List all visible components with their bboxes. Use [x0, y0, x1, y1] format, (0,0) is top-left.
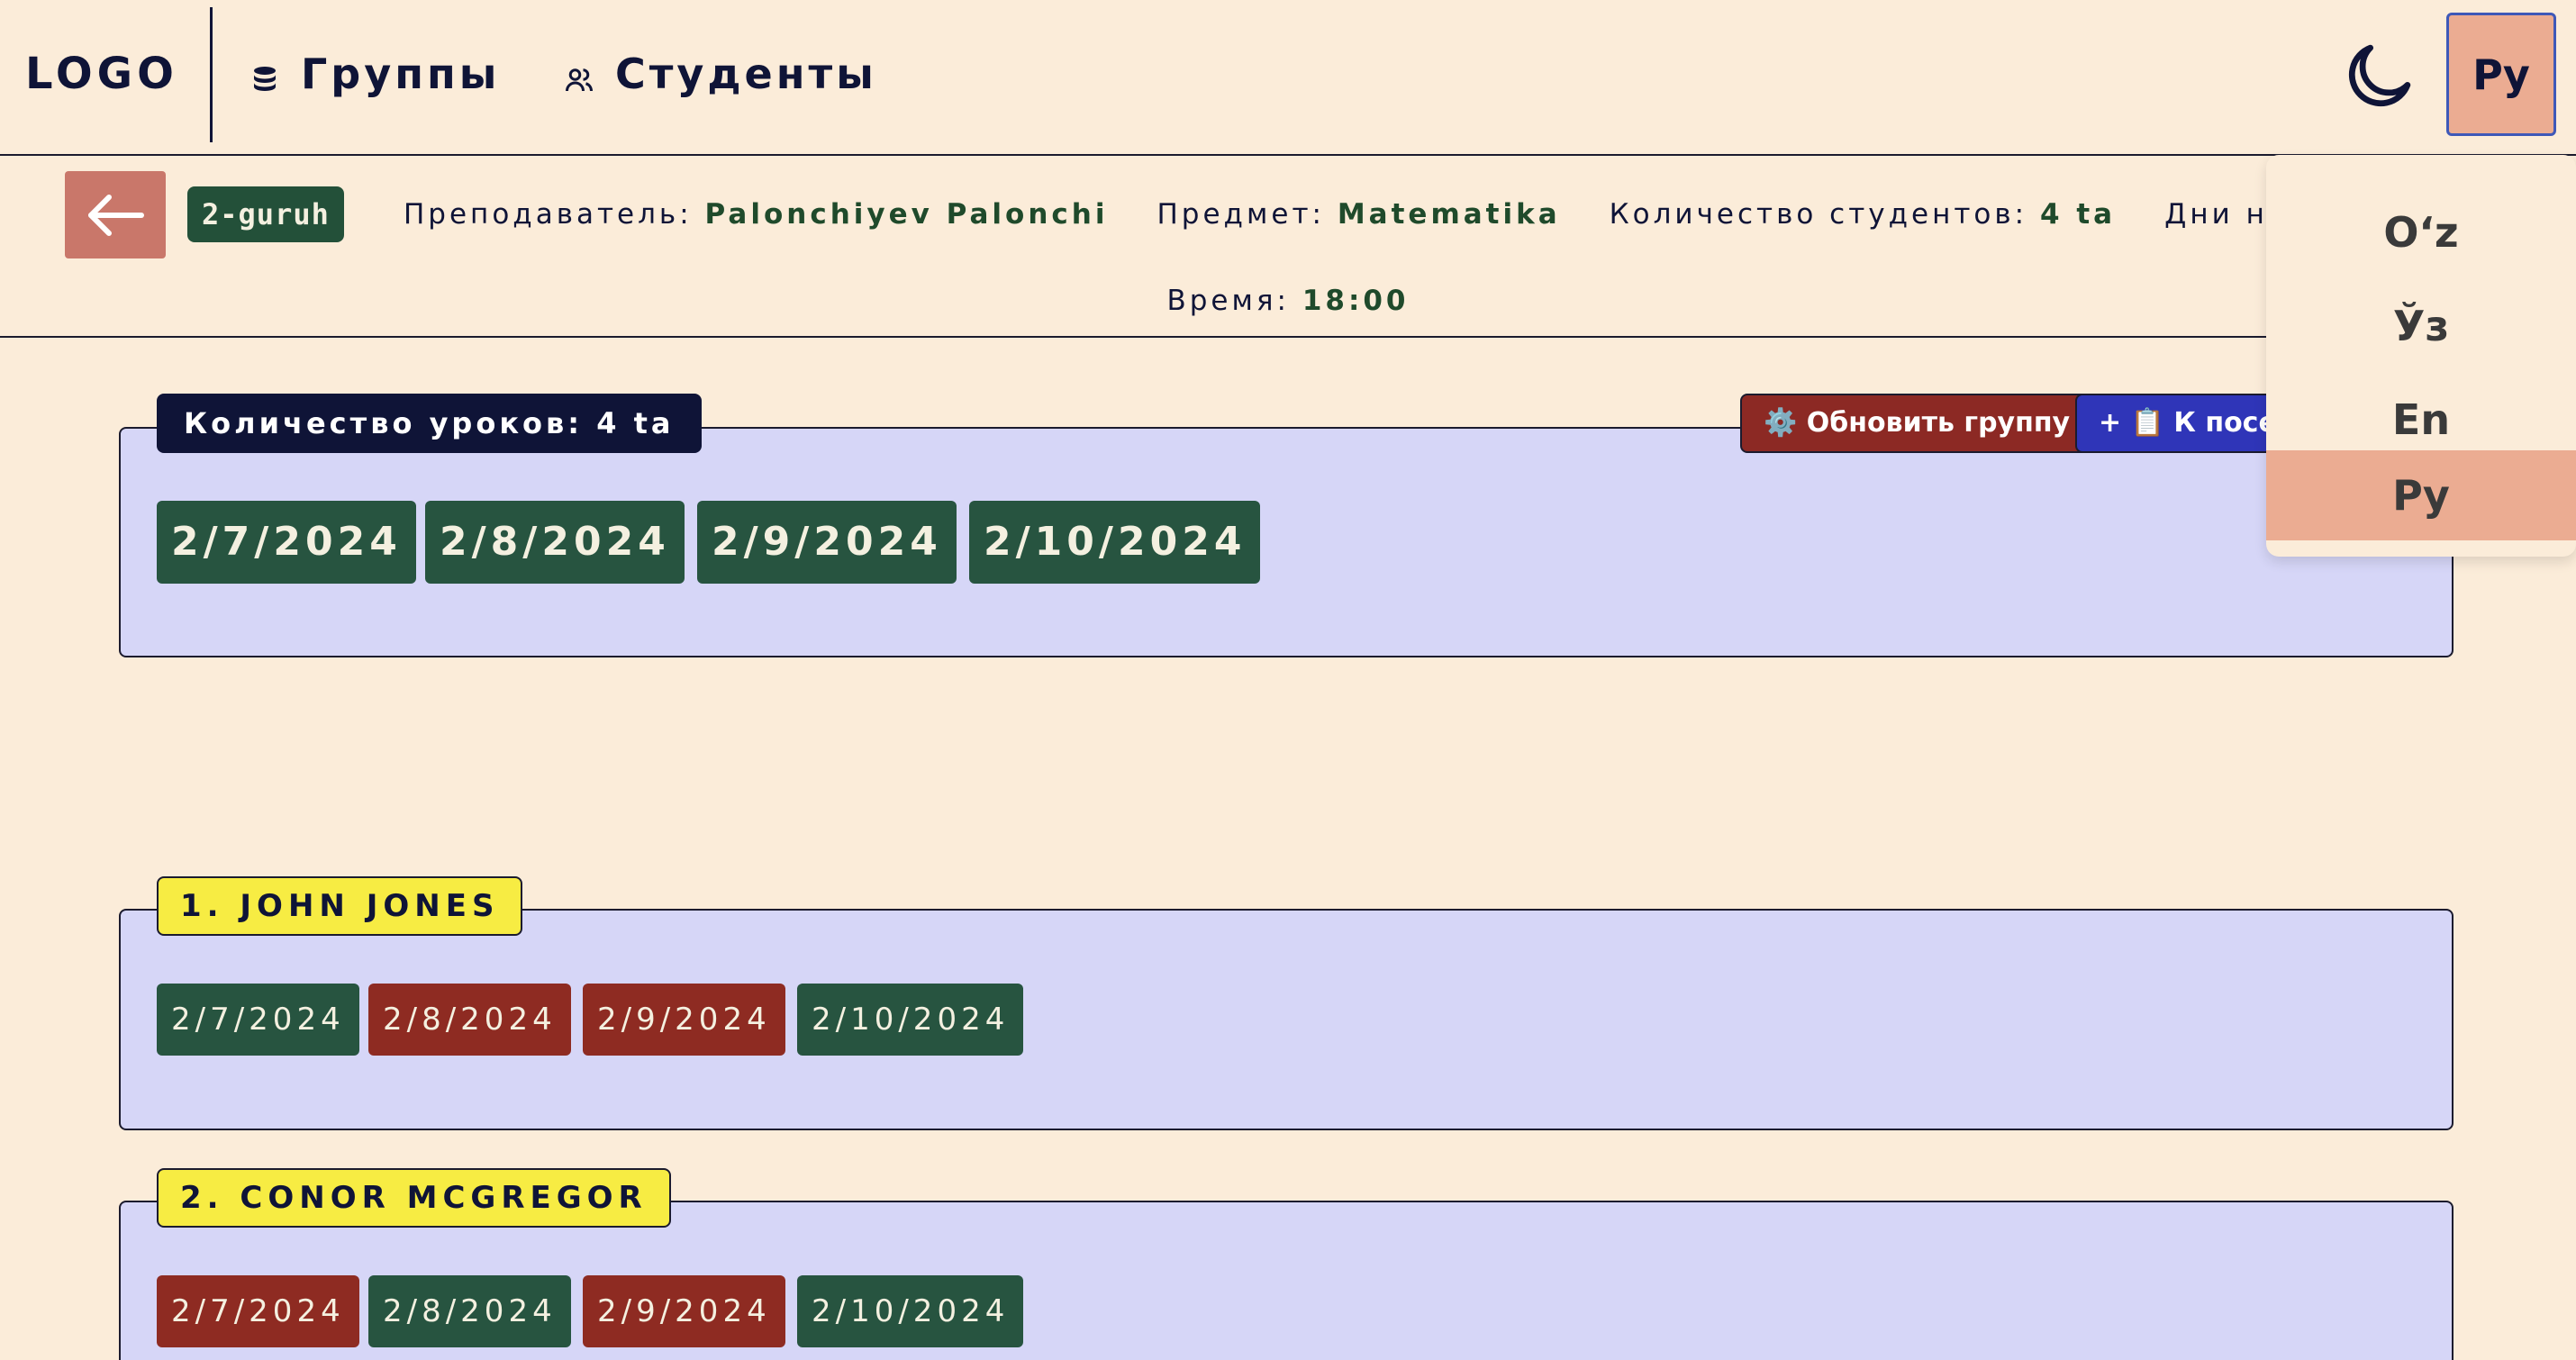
nav-divider	[210, 7, 213, 142]
attendance-date-chip[interactable]: 2/7/2024	[157, 984, 359, 1056]
top-navbar: LOGO Группы Студенты Ру	[0, 0, 2576, 156]
attendance-date-chip[interactable]: 2/10/2024	[797, 1275, 1024, 1347]
nav-groups-label: Группы	[301, 50, 501, 98]
group-name-badge: 2-guruh	[187, 186, 344, 242]
language-dropdown: Oʻz Ўз En Ру	[2266, 155, 2576, 557]
moon-icon	[2348, 44, 2411, 107]
teacher-value: Palonchiyev Palonchi	[704, 198, 1109, 231]
subject-info: Предмет: Matematika	[1157, 192, 1561, 237]
lang-option-ru[interactable]: Ру	[2266, 450, 2576, 540]
student-count-label: Количество студентов:	[1609, 198, 2028, 231]
lang-option-uz-latin[interactable]: Oʻz	[2266, 187, 2576, 277]
attendance-date-chip[interactable]: 2/10/2024	[797, 984, 1024, 1056]
student-name-label: 2. CONOR MCGREGOR	[157, 1168, 671, 1228]
attendance-date-chip[interactable]: 2/9/2024	[583, 1275, 785, 1347]
lesson-date-chip[interactable]: 2/7/2024	[157, 501, 416, 584]
subject-value: Matematika	[1337, 198, 1561, 231]
student-count-value: 4 ta	[2039, 198, 2117, 231]
nav-students-label: Студенты	[615, 50, 877, 98]
dark-mode-toggle[interactable]	[2338, 36, 2419, 117]
nav-groups-link[interactable]: Группы	[249, 45, 500, 103]
lesson-date-chip[interactable]: 2/10/2024	[969, 501, 1261, 584]
lang-option-uz-cyrillic[interactable]: Ўз	[2266, 281, 2576, 371]
time-info: Время: 18:00	[0, 278, 2576, 323]
logo[interactable]: LOGO	[25, 45, 178, 103]
attendance-date-chip[interactable]: 2/8/2024	[368, 984, 571, 1056]
attendance-date-chip[interactable]: 2/7/2024	[157, 1275, 359, 1347]
database-icon	[249, 58, 281, 91]
time-label: Время:	[1166, 285, 1290, 317]
attendance-date-chip[interactable]: 2/8/2024	[368, 1275, 571, 1347]
subject-label: Предмет:	[1156, 198, 1325, 231]
nav-students-link[interactable]: Студенты	[563, 45, 877, 103]
group-info-bar: 2-guruh Преподаватель: Palonchiyev Palon…	[0, 156, 2576, 338]
student-name-label: 1. JOHN JONES	[157, 876, 523, 936]
attendance-date-chip[interactable]: 2/9/2024	[583, 984, 785, 1056]
users-icon	[563, 58, 595, 92]
student-count-info: Количество студентов: 4 ta	[1610, 192, 2116, 237]
attendance-button[interactable]: + 📋 К посещаемости	[2075, 394, 2273, 453]
arrow-left-icon	[88, 194, 144, 236]
language-switcher-button[interactable]: Ру	[2446, 13, 2556, 136]
update-group-button[interactable]: ⚙️ Обновить группу	[1740, 394, 2094, 453]
time-value: 18:00	[1302, 285, 1410, 317]
back-button[interactable]	[65, 171, 166, 258]
lessons-count-label: Количество уроков: 4 ta	[157, 394, 702, 453]
group-info-row: Преподаватель: Palonchiyev Palonchi Пред…	[404, 192, 2576, 237]
lesson-date-chip[interactable]: 2/9/2024	[697, 501, 957, 584]
lesson-date-chip[interactable]: 2/8/2024	[425, 501, 685, 584]
teacher-info: Преподаватель: Palonchiyev Palonchi	[404, 192, 1109, 237]
teacher-label: Преподаватель:	[404, 198, 693, 231]
